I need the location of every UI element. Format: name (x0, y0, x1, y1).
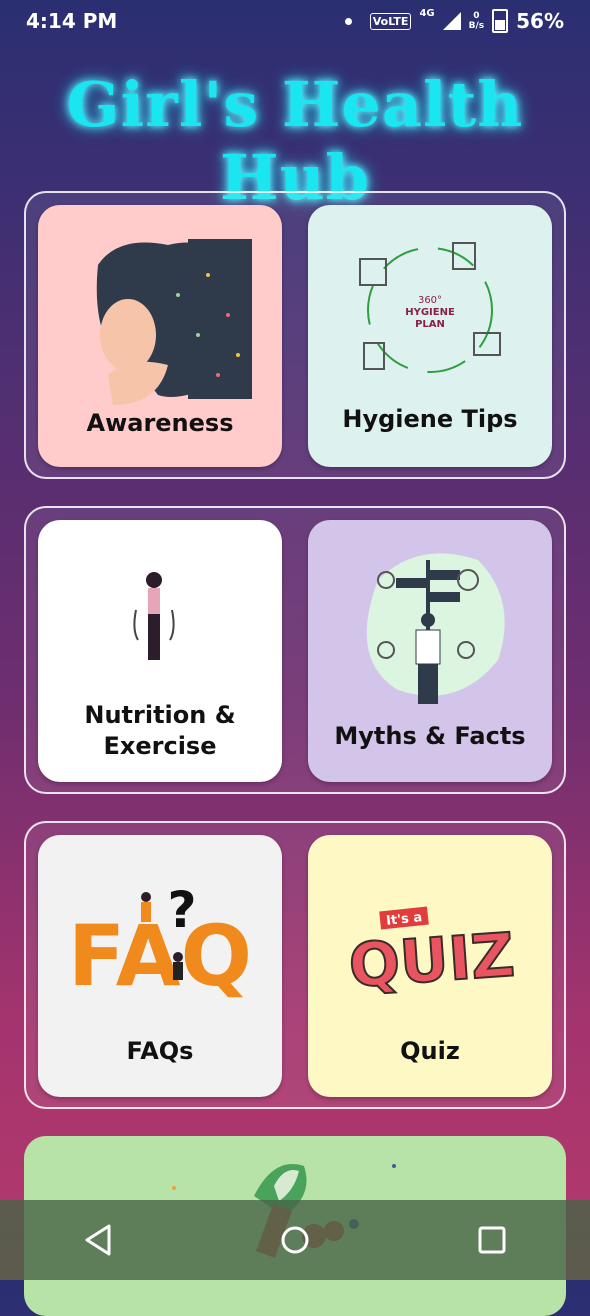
back-button[interactable] (68, 1210, 128, 1270)
volte-icon: VoLTE (369, 12, 412, 30)
data-speed-unit: B/s (468, 21, 485, 31)
battery-icon (492, 9, 509, 33)
quiz-illus-big: QUIZ (347, 920, 517, 1001)
home-button[interactable] (265, 1210, 325, 1270)
hygiene-illus-line3: PLAN (415, 319, 445, 330)
battery-percent: 56% (516, 9, 564, 33)
card-group-1: Awareness 360° HYGIENE PLAN Hygiene Tips (24, 191, 566, 479)
network-type: 4G (419, 7, 435, 19)
signal-icon (442, 12, 461, 30)
quiz-card[interactable]: It's a QUIZ Quiz (308, 835, 552, 1097)
faqs-label: FAQs (126, 1037, 194, 1065)
recents-button[interactable] (462, 1210, 522, 1270)
nutrition-label-line2: Exercise (103, 732, 217, 760)
faq-illustration: FAQ ? (68, 881, 252, 1005)
myths-facts-illustration (366, 553, 505, 704)
quiz-label: Quiz (400, 1037, 460, 1065)
data-speed: 0 B/s (469, 11, 485, 31)
home-icon (281, 1226, 309, 1254)
status-time: 4:14 PM (26, 9, 118, 33)
system-nav-bar (0, 1200, 590, 1280)
square-recents-icon (478, 1226, 506, 1254)
faq-illus-text: FAQ (68, 907, 252, 1005)
exercise-girl-illustration (133, 572, 175, 660)
status-bar: 4:14 PM VoLTE 4G 0 B/s 56% (0, 0, 590, 42)
awareness-illustration (96, 239, 252, 405)
myths-facts-card[interactable]: Myths & Facts (308, 520, 552, 782)
hygiene-tips-label: Hygiene Tips (342, 405, 518, 433)
card-group-3: FAQ ? FAQs It's a QUIZ Quiz (24, 821, 566, 1109)
hygiene-plan-illustration: 360° HYGIENE PLAN (359, 242, 501, 373)
awareness-label: Awareness (86, 409, 234, 437)
triangle-back-icon (85, 1224, 111, 1256)
awareness-card[interactable]: Awareness (38, 205, 282, 467)
nutrition-exercise-card[interactable]: Nutrition & Exercise (38, 520, 282, 782)
quiz-illustration: It's a QUIZ (346, 906, 518, 1003)
question-mark-icon: ? (167, 881, 196, 939)
card-group-2: Nutrition & Exercise Myths & Facts (24, 506, 566, 794)
notification-dot-icon (344, 17, 352, 25)
data-speed-value: 0 (473, 11, 480, 21)
hygiene-tips-card[interactable]: 360° HYGIENE PLAN Hygiene Tips (308, 205, 552, 467)
nutrition-exercise-label: Nutrition & Exercise (38, 700, 282, 762)
hygiene-illus-line1: 360° (418, 295, 442, 306)
nutrition-label-line1: Nutrition & (84, 701, 236, 729)
hygiene-illus-line2: HYGIENE (405, 307, 455, 318)
faqs-card[interactable]: FAQ ? FAQs (38, 835, 282, 1097)
myths-facts-label: Myths & Facts (334, 722, 526, 750)
status-icons: VoLTE 4G 0 B/s 56% (344, 7, 564, 33)
